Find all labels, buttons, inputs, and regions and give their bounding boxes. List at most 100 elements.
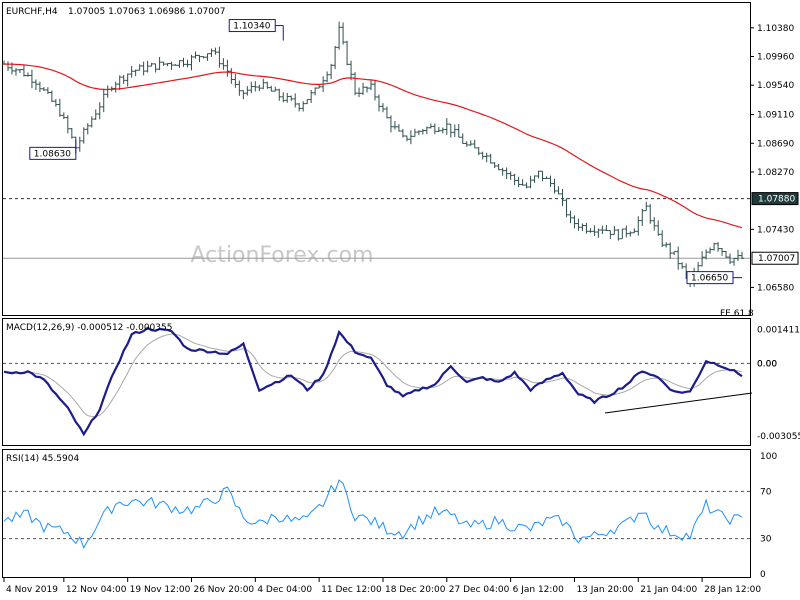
price-bar	[281, 92, 286, 103]
price-bar	[484, 152, 489, 163]
price-bar	[13, 68, 18, 76]
price-bar	[428, 123, 433, 129]
price-bar	[456, 124, 461, 138]
price-bar	[452, 124, 457, 137]
price-bar	[520, 179, 525, 186]
price-bar	[620, 228, 625, 240]
price-bar	[61, 112, 66, 120]
price-bar	[616, 228, 621, 241]
macd-line	[3, 326, 743, 437]
price-bar	[516, 176, 521, 188]
price-bar	[604, 224, 609, 232]
price-bar	[249, 81, 254, 94]
price-bar	[69, 127, 74, 139]
price-bar	[93, 109, 98, 120]
price-bar	[624, 225, 629, 238]
price-bar	[125, 73, 130, 87]
price-bar	[245, 86, 250, 96]
price-bar	[668, 242, 673, 259]
price-bar	[600, 225, 605, 234]
price-bar	[137, 64, 142, 71]
price-bar	[580, 223, 585, 232]
price-bar	[229, 68, 234, 84]
price-bar	[49, 90, 54, 103]
rsi-line	[3, 479, 743, 550]
price-bar	[193, 51, 198, 59]
price-bar	[504, 167, 509, 180]
price-bar	[728, 253, 733, 265]
price-bar	[424, 126, 429, 135]
price-bar	[213, 47, 218, 55]
price-bar	[628, 231, 633, 237]
price-bar	[289, 95, 294, 101]
price-bar	[369, 80, 374, 91]
price-bar	[157, 56, 162, 71]
price-bar	[365, 86, 370, 93]
price-bar	[388, 115, 393, 133]
price-bar	[225, 59, 230, 77]
time-tick-label: 18 Dec 20:00	[385, 585, 446, 595]
price-bar	[716, 242, 721, 252]
price-bar	[608, 230, 613, 239]
time-tick-label: 4 Dec 04:00	[257, 585, 312, 595]
rsi-axis: 100 70 30 0	[760, 452, 777, 580]
price-bar	[185, 59, 190, 68]
time-tick-label: 6 Jan 12:00	[513, 585, 565, 595]
price-tick-label: 1.07430	[757, 225, 794, 235]
chart: ActionForex.com 1.10380 1.09960 1.09540 1.0…	[2, 2, 800, 595]
price-bar	[536, 170, 541, 179]
price-bar	[305, 99, 310, 105]
time-tick-label: 13 Jan 20:00	[576, 585, 633, 595]
price-bar	[201, 56, 206, 59]
annotation-label-0: 1.10340	[233, 22, 270, 32]
price-bar	[416, 130, 421, 136]
rsi-tick-label: 0	[760, 570, 766, 580]
instrument-label: EURCHF,H4	[6, 7, 58, 17]
price-bar	[656, 220, 661, 236]
price-bar	[357, 87, 362, 98]
time-tick-label: 12 Nov 04:00	[66, 585, 127, 595]
price-bar	[544, 176, 549, 180]
price-bar	[524, 182, 529, 189]
price-bar	[500, 167, 505, 176]
price-bar	[309, 89, 314, 103]
price-bar	[512, 173, 517, 186]
price-bar	[572, 215, 577, 229]
price-bar	[376, 94, 381, 112]
price-bar	[17, 69, 22, 73]
price-bar	[708, 247, 713, 254]
price-bar	[81, 127, 86, 144]
price-bar	[149, 62, 154, 67]
price-bar	[45, 87, 50, 94]
price-bar	[269, 85, 274, 92]
price-bar	[181, 57, 186, 67]
price-bar	[724, 250, 729, 259]
price-bar	[396, 124, 401, 132]
price-bar	[640, 208, 645, 227]
price-bar	[25, 72, 30, 77]
price-bar	[165, 63, 170, 67]
annotation-label-1: 1.08630	[34, 149, 71, 159]
time-tick-label: 11 Dec 12:00	[321, 585, 382, 595]
price-bar	[141, 61, 146, 76]
price-bar	[436, 126, 441, 132]
price-bar	[277, 88, 282, 101]
macd-axis: 0.0014110.000.00-0.003055	[757, 326, 800, 442]
macd-tick-label: -0.003055	[757, 432, 800, 442]
price-bar	[440, 127, 445, 134]
price-bar	[592, 225, 597, 236]
price-bar	[672, 251, 677, 256]
price-bar	[532, 175, 537, 183]
price-bar	[293, 93, 298, 108]
price-bar	[380, 103, 385, 113]
price-bar	[408, 130, 413, 145]
rsi-tick-label: 70	[760, 487, 772, 497]
price-bar	[496, 163, 501, 171]
price-bar	[209, 48, 214, 57]
price-bar	[472, 139, 477, 149]
price-bar	[97, 102, 102, 120]
fe-label: FE 61.8	[720, 309, 754, 319]
annotation-label-2: 1.06650	[691, 274, 728, 284]
price-tick-label: 1.09960	[757, 53, 794, 63]
price-bar	[337, 21, 342, 50]
